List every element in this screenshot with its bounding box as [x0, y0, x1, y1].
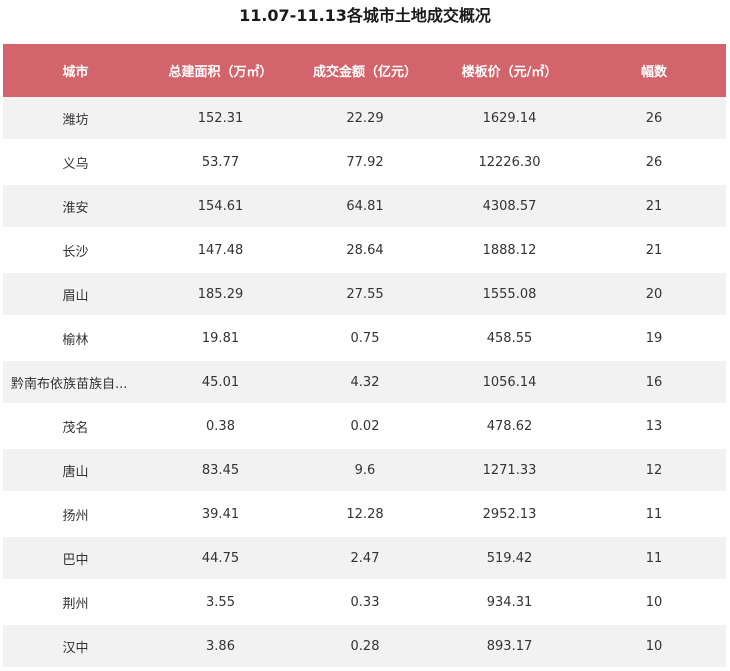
- cell-floor-area: 0.38: [148, 404, 293, 449]
- cell-parcel-count: 19: [582, 316, 726, 361]
- cell-parcel-count: 26: [582, 140, 726, 185]
- cell-floor-area: 3.55: [148, 580, 293, 625]
- cell-floor-area: 45.01: [148, 360, 293, 405]
- table-row: 巴中 44.75 2.47 519.42 11: [3, 536, 726, 581]
- table-title: 11.07-11.13各城市土地成交概况: [239, 6, 491, 25]
- cell-city: 淮安: [3, 184, 148, 229]
- cell-transaction-amount: 77.92: [293, 140, 437, 185]
- cell-transaction-amount: 0.33: [293, 580, 437, 625]
- header-row: 城市 总建面积（万㎡） 成交金额（亿元） 楼板价（元/㎡） 幅数: [3, 44, 726, 97]
- cell-parcel-count: 11: [582, 492, 726, 537]
- cell-city: 扬州: [3, 492, 148, 537]
- cell-parcel-count: 21: [582, 228, 726, 273]
- cell-transaction-amount: 12.28: [293, 492, 437, 537]
- cell-floor-area: 19.81: [148, 316, 293, 361]
- cell-floor-price: 1555.08: [437, 272, 582, 317]
- cell-floor-price: 458.55: [437, 316, 582, 361]
- cell-transaction-amount: 0.28: [293, 624, 437, 669]
- cell-city: 巴中: [3, 536, 148, 581]
- cell-transaction-amount: 0.02: [293, 404, 437, 449]
- table-body: 潍坊 152.31 22.29 1629.14 26 义乌 53.77 77.92 12226.…: [3, 97, 726, 669]
- cell-floor-area: 154.61: [148, 184, 293, 229]
- cell-city: 榆林: [3, 316, 148, 361]
- cell-floor-price: 1056.14: [437, 360, 582, 405]
- cell-city: 茂名: [3, 404, 148, 449]
- cell-city: 荆州: [3, 580, 148, 625]
- table-row: 荆州 3.55 0.33 934.31 10: [3, 580, 726, 625]
- cell-transaction-amount: 64.81: [293, 184, 437, 229]
- cell-parcel-count: 12: [582, 448, 726, 493]
- cell-floor-area: 3.86: [148, 624, 293, 669]
- cell-floor-price: 934.31: [437, 580, 582, 625]
- cell-transaction-amount: 9.6: [293, 448, 437, 493]
- cell-floor-area: 147.48: [148, 228, 293, 273]
- cell-floor-price: 2952.13: [437, 492, 582, 537]
- cell-floor-price: 1888.12: [437, 228, 582, 273]
- table-row: 榆林 19.81 0.75 458.55 19: [3, 316, 726, 361]
- table-row: 淮安 154.61 64.81 4308.57 21: [3, 184, 726, 229]
- table-row: 茂名 0.38 0.02 478.62 13: [3, 404, 726, 449]
- cell-transaction-amount: 22.29: [293, 97, 437, 141]
- cell-transaction-amount: 4.32: [293, 360, 437, 405]
- cell-city: 潍坊: [3, 97, 148, 141]
- cell-floor-price: 519.42: [437, 536, 582, 581]
- cell-parcel-count: 26: [582, 97, 726, 141]
- cell-floor-price: 893.17: [437, 624, 582, 669]
- cell-floor-price: 1629.14: [437, 97, 582, 141]
- cell-transaction-amount: 0.75: [293, 316, 437, 361]
- cell-transaction-amount: 28.64: [293, 228, 437, 273]
- cell-floor-area: 39.41: [148, 492, 293, 537]
- cell-city: 唐山: [3, 448, 148, 493]
- table-row: 眉山 185.29 27.55 1555.08 20: [3, 272, 726, 317]
- cell-floor-area: 83.45: [148, 448, 293, 493]
- header-transaction-amount: 成交金额（亿元）: [293, 44, 437, 97]
- header-parcel-count: 幅数: [582, 44, 726, 97]
- cell-city: 眉山: [3, 272, 148, 317]
- cell-floor-price: 12226.30: [437, 140, 582, 185]
- table-row: 义乌 53.77 77.92 12226.30 26: [3, 140, 726, 185]
- cell-floor-area: 44.75: [148, 536, 293, 581]
- cell-parcel-count: 21: [582, 184, 726, 229]
- cell-floor-price: 478.62: [437, 404, 582, 449]
- table-row: 唐山 83.45 9.6 1271.33 12: [3, 448, 726, 493]
- cell-parcel-count: 10: [582, 624, 726, 669]
- table-row: 扬州 39.41 12.28 2952.13 11: [3, 492, 726, 537]
- cell-floor-price: 4308.57: [437, 184, 582, 229]
- cell-city: 黔南布依族苗族自...: [3, 360, 148, 405]
- cell-parcel-count: 10: [582, 580, 726, 625]
- cell-parcel-count: 13: [582, 404, 726, 449]
- cell-transaction-amount: 27.55: [293, 272, 437, 317]
- cell-parcel-count: 16: [582, 360, 726, 405]
- cell-floor-area: 53.77: [148, 140, 293, 185]
- cell-city: 汉中: [3, 624, 148, 669]
- header-floor-area: 总建面积（万㎡）: [148, 44, 293, 97]
- cell-parcel-count: 20: [582, 272, 726, 317]
- cell-floor-area: 152.31: [148, 97, 293, 141]
- header-floor-price: 楼板价（元/㎡）: [437, 44, 582, 97]
- cell-transaction-amount: 2.47: [293, 536, 437, 581]
- table-row: 黔南布依族苗族自... 45.01 4.32 1056.14 16: [3, 360, 726, 405]
- cell-floor-area: 185.29: [148, 272, 293, 317]
- cell-city: 义乌: [3, 140, 148, 185]
- header-city: 城市: [3, 44, 148, 97]
- land-transaction-table: 城市 总建面积（万㎡） 成交金额（亿元） 楼板价（元/㎡） 幅数 潍坊 152.3…: [3, 44, 726, 669]
- cell-parcel-count: 11: [582, 536, 726, 581]
- table-row: 潍坊 152.31 22.29 1629.14 26: [3, 97, 726, 141]
- table-row: 汉中 3.86 0.28 893.17 10: [3, 624, 726, 669]
- cell-floor-price: 1271.33: [437, 448, 582, 493]
- table-row: 长沙 147.48 28.64 1888.12 21: [3, 228, 726, 273]
- cell-city: 长沙: [3, 228, 148, 273]
